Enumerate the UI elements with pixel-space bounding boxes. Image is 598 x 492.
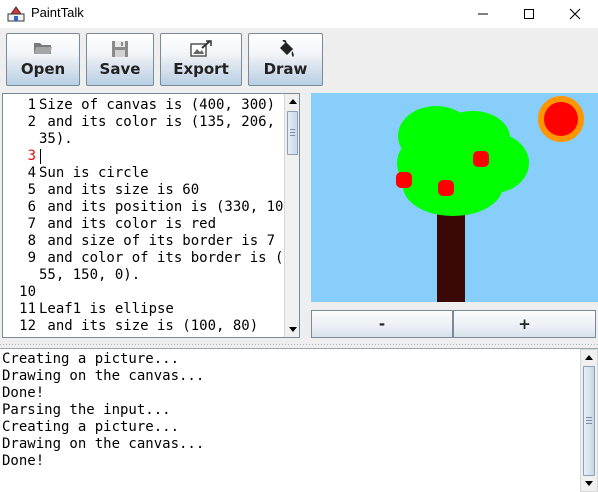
open-button[interactable]: Open — [6, 33, 80, 86]
draw-button[interactable]: Draw — [248, 33, 323, 86]
code-line: and its size is (100, 80) — [39, 318, 259, 334]
minimize-button[interactable] — [460, 0, 506, 28]
canvas-preview — [311, 93, 598, 302]
code-line: and its position is (330, 10) — [39, 199, 292, 215]
scroll-up-button[interactable] — [581, 350, 597, 365]
scroll-down-button[interactable] — [581, 476, 597, 491]
arrow-up-icon — [288, 99, 297, 104]
current-line-number: 3 — [27, 148, 36, 164]
code-editor[interactable]: 1 2 3 4 5 6 7 8 9 10 11 12 Size of canva… — [2, 93, 300, 338]
console-line: Drawing on the canvas... — [2, 436, 205, 452]
console-line: Creating a picture... — [2, 419, 180, 435]
line-number: 9 — [27, 250, 36, 266]
code-line: and size of its border is 7 — [39, 233, 276, 249]
floppy-disk-icon — [112, 41, 128, 57]
console-line: Parsing the input... — [2, 402, 171, 418]
apple — [438, 180, 454, 196]
console-output[interactable]: Creating a picture... Drawing on the can… — [0, 348, 598, 492]
code-line: 35). — [39, 131, 73, 147]
paint-bucket-icon — [279, 40, 294, 57]
save-label: Save — [99, 60, 141, 78]
line-number: 5 — [27, 182, 36, 198]
line-number: 8 — [27, 233, 36, 249]
arrow-down-icon — [288, 327, 297, 332]
open-label: Open — [20, 60, 66, 78]
code-line: and its color is red — [39, 216, 217, 232]
export-image-icon — [190, 40, 212, 57]
minimize-icon — [478, 13, 488, 15]
code-line: Sun is circle — [39, 165, 149, 181]
arrow-up-icon — [585, 355, 593, 360]
draw-label: Draw — [263, 60, 308, 78]
apple — [473, 151, 489, 167]
console-line: Drawing on the canvas... — [2, 368, 205, 384]
maximize-icon — [524, 9, 534, 19]
text-cursor — [40, 149, 41, 164]
export-label: Export — [173, 60, 229, 78]
code-line: Leaf1 is ellipse — [39, 301, 174, 317]
close-button[interactable] — [552, 0, 598, 28]
code-text-area[interactable]: Size of canvas is (400, 300) and its col… — [39, 94, 292, 337]
zoom-out-label: - — [378, 315, 386, 333]
line-number-gutter: 1 2 3 4 5 6 7 8 9 10 11 12 — [3, 94, 36, 337]
save-button[interactable]: Save — [86, 33, 154, 86]
console-scrollbar[interactable] — [580, 349, 598, 492]
line-number: 4 — [27, 165, 36, 181]
code-line: and color of its border is (2 — [39, 250, 292, 266]
tree-trunk — [437, 205, 465, 302]
editor-scrollbar[interactable] — [284, 94, 299, 337]
line-number: 11 — [19, 301, 36, 317]
export-button[interactable]: Export — [160, 33, 242, 86]
code-line: 55, 150, 0). — [39, 267, 141, 283]
toolbar: Open Save Export Draw — [0, 28, 598, 91]
console-line: Done! — [2, 385, 45, 401]
folder-icon — [34, 43, 52, 54]
paint-app-icon — [7, 6, 25, 22]
painting — [311, 93, 598, 302]
line-number: 12 — [19, 318, 36, 334]
zoom-in-label: + — [518, 315, 531, 333]
scroll-up-button[interactable] — [285, 94, 299, 109]
title-bar: PaintTalk — [0, 0, 598, 28]
line-number: 6 — [27, 199, 36, 215]
line-number: 7 — [27, 216, 36, 232]
maximize-button[interactable] — [506, 0, 552, 28]
zoom-out-button[interactable]: - — [311, 310, 453, 338]
arrow-down-icon — [585, 481, 593, 486]
split-divider[interactable] — [0, 341, 598, 348]
apple — [396, 172, 412, 188]
code-line: and its size is 60 — [39, 182, 200, 198]
console-line: Creating a picture... — [2, 351, 180, 367]
zoom-in-button[interactable]: + — [453, 310, 596, 338]
line-number: 2 — [27, 114, 36, 130]
scrollbar-thumb[interactable] — [287, 111, 298, 155]
window-title: PaintTalk — [31, 5, 84, 20]
code-line: and its color is (135, 206, 2 — [39, 114, 292, 130]
main-area: 1 2 3 4 5 6 7 8 9 10 11 12 Size of canva… — [0, 90, 598, 492]
line-number: 1 — [27, 97, 36, 113]
line-number: 10 — [19, 284, 36, 300]
code-line: Size of canvas is (400, 300) — [39, 97, 276, 113]
sun — [538, 96, 584, 142]
close-icon — [569, 8, 581, 20]
scroll-down-button[interactable] — [285, 322, 299, 337]
console-line: Done! — [2, 453, 45, 469]
scrollbar-thumb[interactable] — [583, 366, 595, 476]
